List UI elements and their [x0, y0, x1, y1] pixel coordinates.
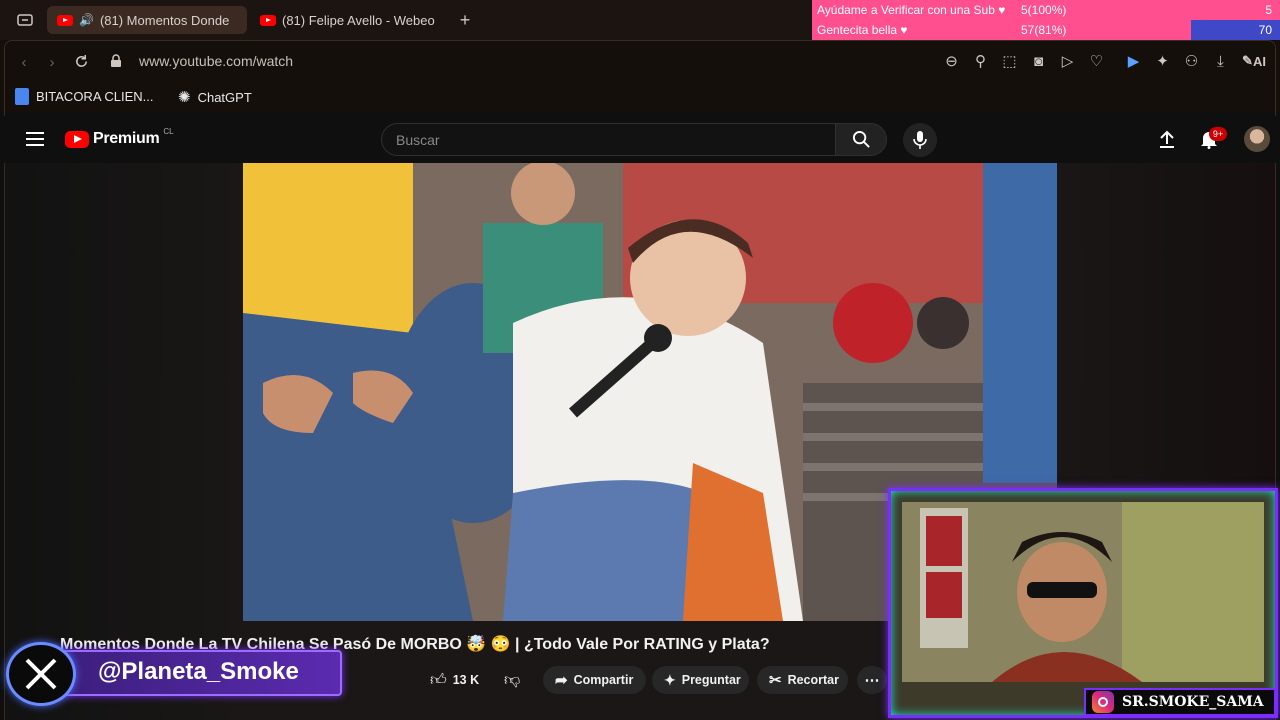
webcam-overlay: SR.SMOKE_SAMA	[888, 488, 1278, 718]
goal-label: Gentecita bella ♥	[817, 23, 908, 37]
goal-progress: 5(100%)	[1021, 3, 1067, 17]
bookmark-chatgpt[interactable]: ✺ ChatGPT	[178, 88, 252, 106]
download-icon[interactable]: ⤓	[1209, 50, 1232, 72]
goal-row: Gentecita bella ♥ 57(81%) 70	[812, 20, 1280, 40]
tab-label: (81) Felipe Avello - Webeo	[282, 12, 435, 28]
zoom-out-icon[interactable]: ⊖	[940, 50, 963, 72]
menu-icon[interactable]	[24, 129, 46, 149]
ask-button[interactable]: ✦ Preguntar	[652, 666, 749, 694]
logo-text: Premium	[93, 130, 160, 147]
screenshot-icon[interactable]: ⬚	[998, 50, 1021, 72]
ai-icon: ✎	[1242, 53, 1253, 68]
tab-label: (81) Momentos Donde	[99, 12, 230, 28]
instagram-handle-bar: SR.SMOKE_SAMA	[1084, 688, 1276, 716]
back-icon[interactable]: ‹	[14, 52, 34, 72]
webcam-feed	[902, 502, 1264, 682]
profile-icon[interactable]: ⚇	[1180, 50, 1203, 72]
clip-label: Recortar	[787, 673, 839, 687]
like-button[interactable]: 👍︎ 13 K	[420, 666, 494, 694]
bookmarks-bar: BITACORA CLIEN... ✺ ChatGPT	[0, 82, 1280, 112]
bookmark-bitacora[interactable]: BITACORA CLIEN...	[15, 88, 154, 105]
extensions-icon[interactable]: ✦	[1151, 50, 1174, 72]
bookmark-label: ChatGPT	[197, 89, 252, 105]
thumbs-up-icon: 👍︎	[430, 671, 447, 689]
scissors-icon: ✂	[769, 672, 782, 689]
like-count: 13 K	[452, 673, 480, 687]
new-tab-button[interactable]: +	[454, 8, 476, 32]
upload-icon	[1160, 130, 1174, 148]
goal-row: Ayúdame a Verificar con una Sub ♥ 5(100%…	[812, 0, 1280, 20]
docs-icon	[15, 88, 29, 105]
clip-button[interactable]: ✂ Recortar	[757, 666, 848, 694]
youtube-favicon-icon	[260, 14, 276, 26]
reload-icon[interactable]	[71, 51, 91, 71]
more-actions-button[interactable]: ⋯	[857, 666, 887, 694]
x-handle-overlay: @Planeta_Smoke	[6, 642, 344, 706]
dislike-button[interactable]: 👎︎	[496, 666, 526, 694]
ask-label: Preguntar	[681, 673, 741, 687]
sparkle-icon: ✦	[664, 671, 676, 688]
pocket-icon[interactable]: ◙	[1027, 50, 1050, 72]
upload-button[interactable]	[1156, 128, 1178, 150]
search-icon	[852, 130, 870, 148]
youtube-play-icon	[65, 130, 89, 148]
ai-button[interactable]: ✎ AI	[1238, 50, 1270, 72]
send-icon[interactable]: ▷	[1056, 50, 1079, 72]
bookmark-label: BITACORA CLIEN...	[36, 89, 154, 104]
notification-badge: 9+	[1209, 127, 1227, 141]
workspaces-icon[interactable]	[14, 10, 36, 30]
tab-felipe[interactable]: (81) Felipe Avello - Webeo	[250, 6, 445, 34]
share-label: Compartir	[573, 673, 634, 687]
search-button[interactable]	[835, 123, 887, 156]
avatar[interactable]	[1244, 126, 1270, 152]
stream-goals: Ayúdame a Verificar con una Sub ♥ 5(100%…	[812, 0, 1280, 40]
toolbar-icons: ⊖ ⚲ ⬚ ◙ ▷ ♡ ▶ ✦ ⚇ ⤓ ✎ AI	[940, 50, 1270, 72]
play-extension-icon[interactable]: ▶	[1122, 50, 1145, 72]
address-bar: ‹ › www.youtube.com/watch ⊖ ⚲ ⬚ ◙ ▷ ♡ ▶ …	[0, 40, 1280, 82]
microphone-icon	[913, 131, 927, 149]
search-input[interactable]: Buscar	[381, 123, 836, 156]
share-icon: ➦	[555, 672, 568, 689]
lock-icon[interactable]	[106, 51, 126, 71]
more-icon: ⋯	[864, 672, 880, 689]
thumbs-down-icon: 👎︎	[504, 671, 521, 689]
youtube-logo[interactable]: Premium CL	[65, 126, 174, 148]
chatgpt-icon: ✺	[178, 89, 191, 106]
instagram-icon	[1092, 691, 1114, 713]
goal-label: Ayúdame a Verificar con una Sub ♥	[817, 3, 1006, 17]
region-code: CL	[163, 126, 174, 136]
ai-label: AI	[1252, 53, 1266, 69]
goal-target: 5	[1265, 3, 1272, 17]
tab-momentos[interactable]: 🔊 (81) Momentos Donde	[47, 6, 247, 34]
forward-icon[interactable]: ›	[42, 52, 62, 72]
youtube-favicon-icon	[57, 14, 73, 26]
instagram-handle-text: SR.SMOKE_SAMA	[1122, 694, 1264, 710]
url-field[interactable]: www.youtube.com/watch	[139, 53, 293, 69]
heart-icon[interactable]: ♡	[1085, 50, 1108, 72]
goal-progress: 57(81%)	[1021, 23, 1067, 37]
share-button[interactable]: ➦ Compartir	[543, 666, 646, 694]
voice-search-button[interactable]	[903, 123, 937, 157]
speaker-icon[interactable]: 🔊	[79, 13, 94, 27]
goal-target: 70	[1258, 23, 1272, 37]
pin-icon[interactable]: ⚲	[969, 50, 992, 72]
x-logo-icon	[6, 642, 76, 706]
x-handle-text: @Planeta_Smoke	[98, 658, 299, 685]
